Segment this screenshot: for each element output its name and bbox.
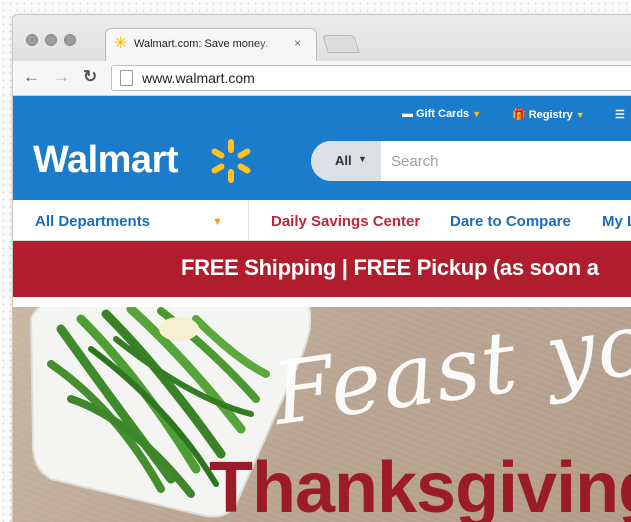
chevron-down-icon[interactable]: ▼: [212, 216, 223, 228]
gift-cards-label: Gift Cards: [416, 108, 470, 120]
nav-dare-to-compare[interactable]: Dare to Compare: [450, 213, 571, 230]
search-category-dropdown[interactable]: All ▼: [311, 141, 381, 181]
chevron-down-icon: ▼: [472, 109, 482, 119]
registry-label: Registry: [528, 109, 573, 121]
list-icon[interactable]: ☰: [615, 108, 625, 121]
nav-all-departments[interactable]: All Departments: [35, 213, 150, 230]
address-url: www.walmart.com: [142, 70, 255, 86]
promo-banner[interactable]: FREE Shipping | FREE Pickup (as soon a: [13, 241, 631, 297]
back-arrow-icon[interactable]: ←: [23, 67, 40, 87]
search-input[interactable]: [391, 141, 631, 181]
nav-my-lists[interactable]: My L: [602, 213, 631, 230]
reload-icon[interactable]: ↻: [83, 67, 97, 87]
gift-card-icon: ▬: [402, 108, 413, 120]
zoom-window-button[interactable]: [64, 34, 76, 46]
category-nav: All Departments ▼ Daily Savings Center D…: [13, 200, 631, 241]
walmart-spark-logo-icon[interactable]: [206, 136, 256, 186]
promo-text: FREE Shipping | FREE Pickup (as soon a: [181, 255, 599, 280]
forward-arrow-icon[interactable]: →: [53, 67, 70, 87]
minimize-window-button[interactable]: [45, 34, 57, 46]
gift-icon: 🎁: [512, 109, 526, 121]
chevron-down-icon: ▼: [575, 110, 585, 120]
nav-divider: [248, 200, 249, 240]
tab-title: Walmart.com: Save money.: [134, 38, 268, 50]
new-tab-button[interactable]: [322, 35, 360, 53]
search-category-label: All: [335, 153, 352, 168]
page-icon: [120, 70, 133, 86]
close-window-button[interactable]: [26, 34, 38, 46]
tab-close-icon[interactable]: ×: [294, 36, 301, 50]
chevron-down-icon: ▼: [358, 154, 367, 164]
browser-toolbar: ← → ↻ www.walmart.com: [13, 61, 631, 96]
address-bar[interactable]: www.walmart.com: [111, 65, 631, 91]
screenshot-canvas: ✳ Walmart.com: Save money. × ← → ↻ www.w…: [0, 0, 631, 522]
gift-cards-link[interactable]: ▬ Gift Cards ▼: [402, 108, 481, 120]
hero-headline: Thanksgiving: [209, 448, 631, 522]
browser-window: ✳ Walmart.com: Save money. × ← → ↻ www.w…: [12, 14, 631, 522]
tab-bar: ✳ Walmart.com: Save money. ×: [13, 15, 631, 62]
walmart-logo[interactable]: Walmart: [33, 139, 179, 182]
registry-link[interactable]: 🎁 Registry ▼: [512, 108, 585, 121]
hero-banner[interactable]: Feast yo Thanksgiving: [13, 307, 631, 522]
promo-spacer: [13, 297, 631, 307]
walmart-spark-favicon-icon: ✳: [114, 35, 128, 52]
browser-tab-walmart[interactable]: ✳ Walmart.com: Save money. ×: [105, 28, 317, 62]
walmart-header: ▬ Gift Cards ▼ 🎁 Registry ▼ ☰ Walmart All ▼: [13, 96, 631, 200]
nav-daily-savings-center[interactable]: Daily Savings Center: [271, 213, 420, 230]
search-bar: All ▼: [311, 141, 631, 181]
